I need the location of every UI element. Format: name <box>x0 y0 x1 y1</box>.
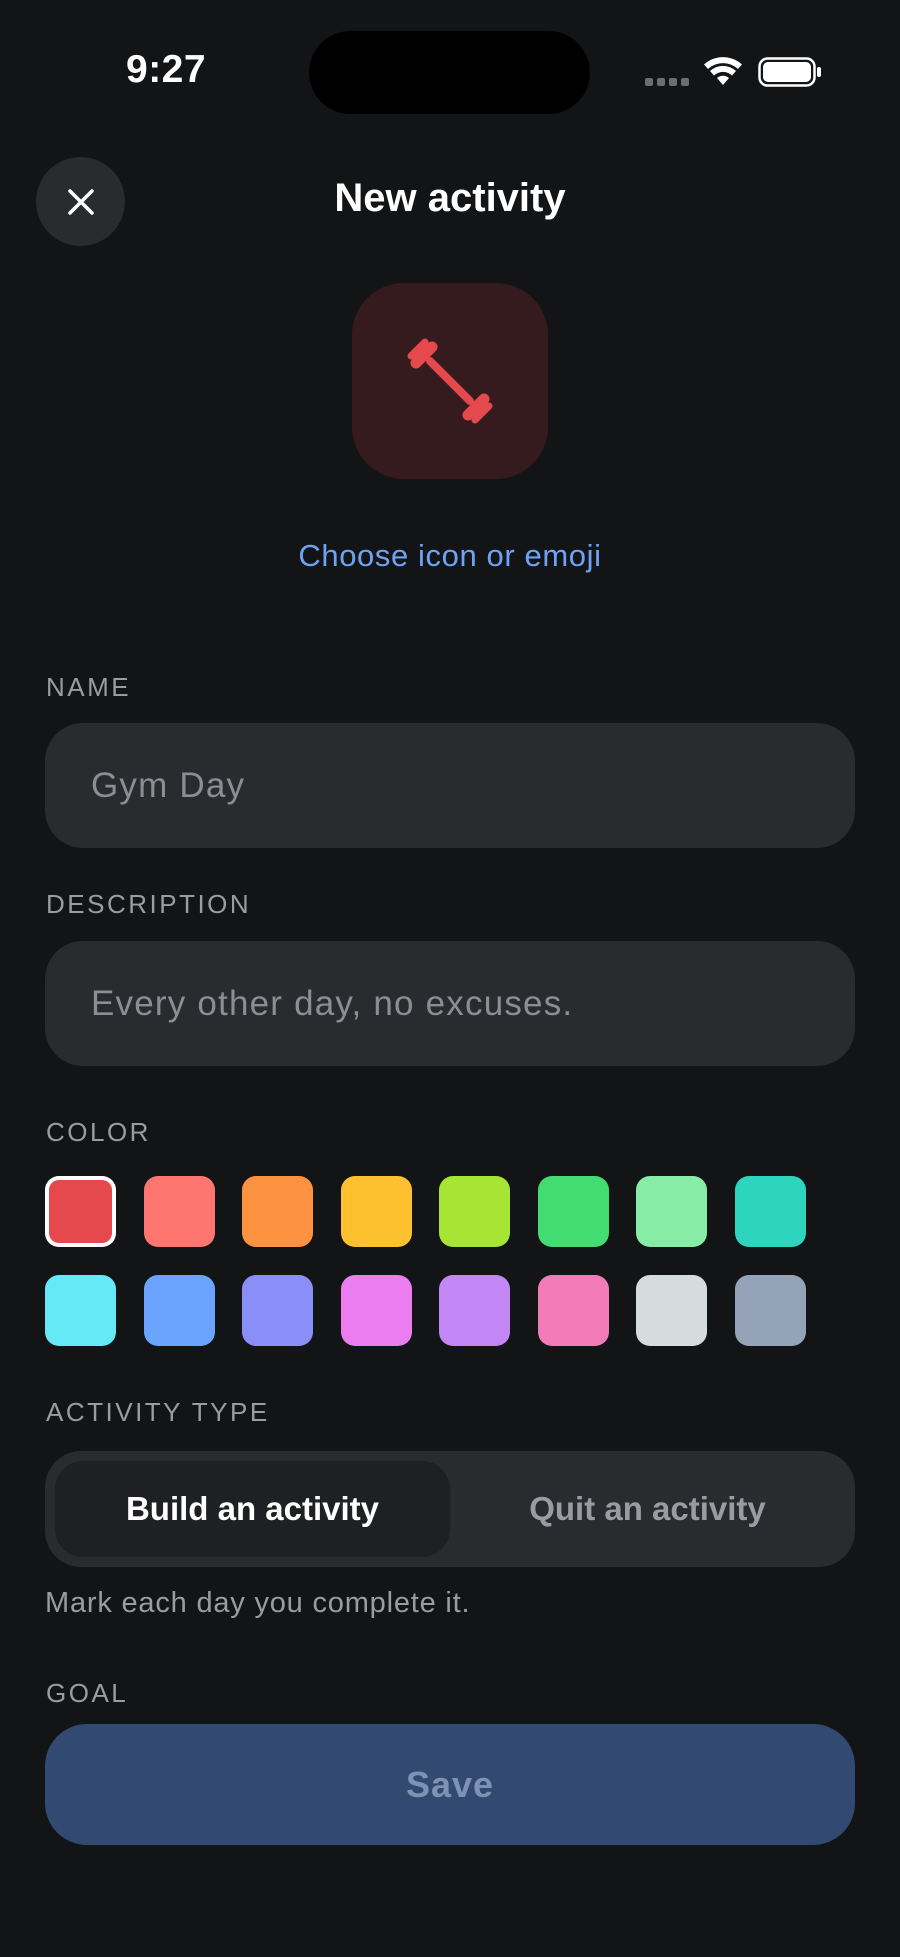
color-swatch[interactable] <box>143 1176 215 1247</box>
activity-icon-tile[interactable] <box>352 283 548 479</box>
activity-type-segmented-control: Build an activity Quit an activity <box>45 1451 855 1567</box>
color-swatch[interactable] <box>439 1176 510 1247</box>
name-input[interactable]: Gym Day <box>45 723 855 848</box>
dumbbell-icon <box>407 338 493 424</box>
activity-type-hint: Mark each day you complete it. <box>45 1587 471 1619</box>
color-label: COLOR <box>46 1117 151 1147</box>
goal-label: GOAL <box>46 1678 129 1708</box>
color-swatch[interactable] <box>45 1176 116 1247</box>
status-time: 9:27 <box>126 48 207 91</box>
dynamic-island <box>309 31 590 114</box>
color-swatch[interactable] <box>636 1176 707 1247</box>
activity-type-label: ACTIVITY TYPE <box>46 1397 270 1427</box>
cellular-signal-icon <box>645 78 689 86</box>
color-swatch[interactable] <box>143 1275 215 1346</box>
color-swatch[interactable] <box>439 1275 510 1346</box>
color-swatch[interactable] <box>242 1275 313 1346</box>
color-swatch[interactable] <box>537 1176 609 1247</box>
name-label: NAME <box>46 672 132 702</box>
build-activity-option[interactable]: Build an activity <box>55 1461 450 1557</box>
color-swatch[interactable] <box>242 1176 313 1247</box>
color-swatch[interactable] <box>340 1176 412 1247</box>
description-label: DESCRIPTION <box>46 889 252 919</box>
color-swatch[interactable] <box>45 1275 116 1346</box>
color-swatch[interactable] <box>537 1275 609 1346</box>
page-title: New activity <box>334 176 566 220</box>
color-swatch[interactable] <box>734 1176 806 1247</box>
wifi-icon <box>704 57 742 85</box>
choose-icon-link[interactable]: Choose icon or emoji <box>0 538 900 574</box>
battery-icon <box>758 57 821 87</box>
color-swatch[interactable] <box>340 1275 412 1346</box>
quit-activity-option[interactable]: Quit an activity <box>450 1461 845 1557</box>
color-swatch[interactable] <box>636 1275 707 1346</box>
description-input[interactable]: Every other day, no excuses. <box>45 941 855 1066</box>
color-swatch[interactable] <box>734 1275 806 1346</box>
status-bar: 9:27 <box>0 0 900 140</box>
save-button[interactable]: Save <box>45 1724 855 1845</box>
